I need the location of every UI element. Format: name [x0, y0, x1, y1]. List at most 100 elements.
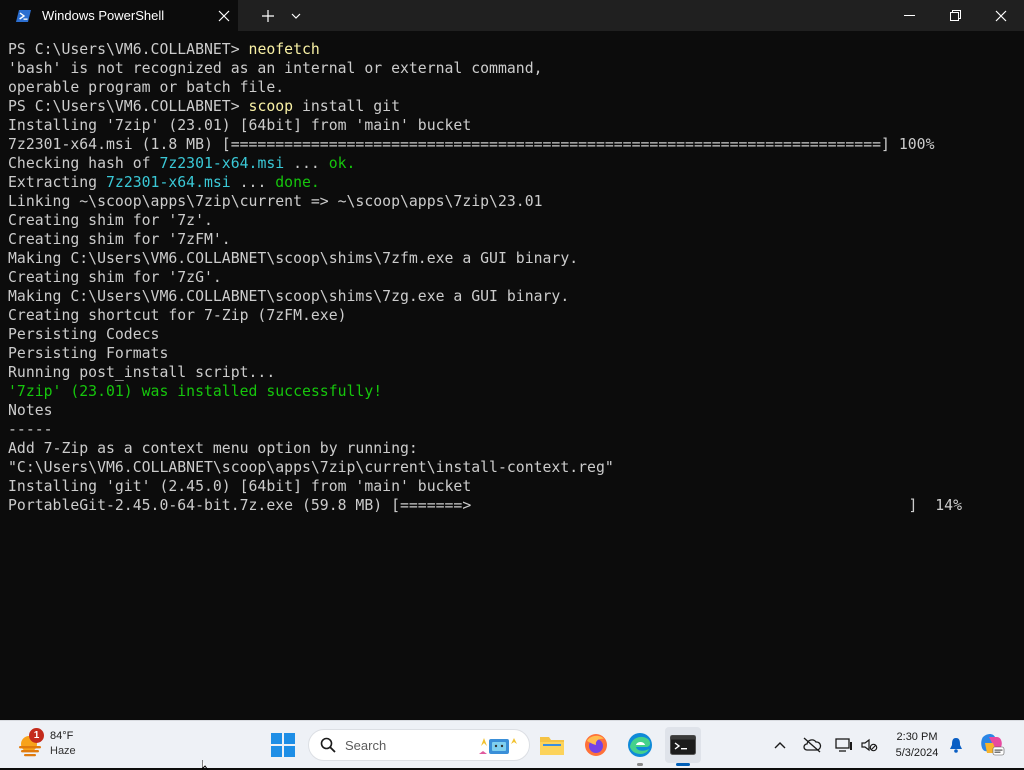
search-placeholder: Search	[345, 738, 387, 753]
terminal-text: Creating shim for '7zFM'.	[8, 231, 231, 248]
chevron-up-icon	[774, 742, 786, 749]
terminal-text: Running post_install script...	[8, 364, 276, 381]
terminal-text: '7zip' (23.01) was installed successfull…	[8, 383, 383, 400]
clock-date: 5/3/2024	[895, 747, 939, 759]
terminal-text: PS C:\Users\VM6.COLLABNET>	[8, 41, 249, 58]
chevron-down-icon	[291, 13, 301, 19]
cloud-offline-icon	[803, 737, 822, 753]
terminal-line: '7zip' (23.01) was installed successfull…	[8, 382, 1024, 401]
show-hidden-icons-button[interactable]	[770, 733, 790, 757]
taskbar: 1 84°F Haze Search 2:30 PM 5/3/2024	[0, 720, 1024, 768]
mouse-cursor-icon	[202, 760, 209, 770]
copilot-button[interactable]	[978, 733, 1006, 757]
tab-powershell[interactable]: Windows PowerShell	[0, 0, 238, 31]
edge-button[interactable]	[622, 727, 658, 766]
terminal-line: Extracting 7z2301-x64.msi ... done.	[8, 173, 1024, 192]
search-highlight-icon	[477, 734, 521, 763]
terminal-line: 'bash' is not recognized as an internal …	[8, 59, 1024, 78]
terminal-line: -----	[8, 420, 1024, 439]
terminal-line: Making C:\Users\VM6.COLLABNET\scoop\shim…	[8, 249, 1024, 268]
terminal-text: "C:\Users\VM6.COLLABNET\scoop\apps\7zip\…	[8, 459, 614, 476]
title-bar-drag-area[interactable]	[306, 0, 886, 31]
terminal-line: Installing '7zip' (23.01) [64bit] from '…	[8, 116, 1024, 135]
taskbar-search-box[interactable]: Search	[308, 729, 530, 761]
powershell-icon	[16, 8, 32, 24]
terminal-icon	[670, 735, 696, 755]
close-icon	[995, 10, 1007, 21]
firefox-icon	[585, 734, 607, 756]
onedrive-button[interactable]	[800, 733, 824, 757]
terminal-line: PS C:\Users\VM6.COLLABNET> scoop install…	[8, 97, 1024, 116]
terminal-line: Creating shim for '7zFM'.	[8, 230, 1024, 249]
terminal-line: Add 7-Zip as a context menu option by ru…	[8, 439, 1024, 458]
file-explorer-button[interactable]	[534, 727, 570, 763]
clock-time: 2:30 PM	[896, 731, 938, 743]
terminal-text: ...	[284, 155, 329, 172]
tab-title: Windows PowerShell	[42, 8, 165, 23]
terminal-taskbar-button[interactable]	[665, 727, 701, 766]
weather-condition: Haze	[50, 745, 76, 757]
minimize-icon	[903, 14, 915, 16]
close-window-button[interactable]	[978, 0, 1024, 31]
terminal-line: PortableGit-2.45.0-64-bit.7z.exe (59.8 M…	[8, 496, 1024, 515]
plus-icon	[262, 9, 274, 22]
terminal-line: operable program or batch file.	[8, 78, 1024, 97]
title-bar: Windows PowerShell	[0, 0, 1024, 31]
minimize-button[interactable]	[886, 0, 932, 31]
terminal-text: Extracting	[8, 174, 106, 191]
terminal-text: install git	[293, 98, 400, 115]
terminal-line: 7z2301-x64.msi (1.8 MB) [===============…	[8, 135, 1024, 154]
terminal-text: ] 14%	[908, 497, 962, 514]
terminal-text: 'bash' is not recognized as an internal …	[8, 60, 543, 77]
edge-icon	[628, 733, 652, 757]
terminal-line: PS C:\Users\VM6.COLLABNET> neofetch	[8, 40, 1024, 59]
terminal-text: Making C:\Users\VM6.COLLABNET\scoop\shim…	[8, 288, 570, 305]
terminal-text: Creating shim for '7zG'.	[8, 269, 222, 286]
terminal-line: Persisting Codecs	[8, 325, 1024, 344]
new-tab-button[interactable]	[250, 0, 286, 31]
terminal-text: Persisting Codecs	[8, 326, 160, 343]
search-icon	[320, 737, 336, 758]
folder-icon	[540, 737, 564, 755]
terminal-line: Persisting Formats	[8, 344, 1024, 363]
terminal-text: Making C:\Users\VM6.COLLABNET\scoop\shim…	[8, 250, 579, 267]
terminal-text: ok.	[328, 155, 356, 172]
tab-dropdown-button[interactable]	[286, 0, 306, 31]
terminal-line: Installing 'git' (2.45.0) [64bit] from '…	[8, 477, 1024, 496]
terminal-line: Linking ~\scoop\apps\7zip\current => ~\s…	[8, 192, 1024, 211]
network-button[interactable]	[834, 733, 854, 757]
terminal-text: 7z2301-x64.msi	[106, 174, 231, 191]
close-tab-icon[interactable]	[210, 2, 238, 30]
restore-icon	[949, 10, 961, 21]
terminal-text: 7z2301-x64.msi (1.8 MB) [===============…	[8, 136, 890, 153]
bell-icon	[950, 738, 962, 753]
terminal-text: Notes	[8, 402, 53, 419]
terminal-line: Running post_install script...	[8, 363, 1024, 382]
terminal-text: Installing 'git' (2.45.0) [64bit] from '…	[8, 478, 472, 495]
terminal-text: operable program or batch file.	[8, 79, 285, 96]
terminal-line: Making C:\Users\VM6.COLLABNET\scoop\shim…	[8, 287, 1024, 306]
firefox-button[interactable]	[578, 727, 614, 763]
terminal-text: -----	[8, 421, 53, 438]
weather-temperature: 84°F	[50, 730, 74, 742]
terminal-text: 7z2301-x64.msi	[159, 155, 285, 172]
restore-button[interactable]	[932, 0, 978, 31]
terminal-text: Linking ~\scoop\apps\7zip\current => ~\s…	[8, 193, 543, 210]
terminal-text: Creating shortcut for 7-Zip (7zFM.exe)	[8, 307, 347, 324]
terminal-text: PS C:\Users\VM6.COLLABNET>	[8, 98, 249, 115]
terminal-text: 100%	[889, 136, 935, 153]
terminal-line: Checking hash of 7z2301-x64.msi ... ok.	[8, 154, 1024, 173]
start-button[interactable]	[265, 727, 301, 763]
terminal-line: Notes	[8, 401, 1024, 420]
terminal-text: PortableGit-2.45.0-64-bit.7z.exe (59.8 M…	[8, 497, 472, 514]
weather-widget[interactable]: 1 84°F Haze	[16, 727, 96, 763]
terminal-text: Add 7-Zip as a context menu option by ru…	[8, 440, 418, 457]
terminal-text: done.	[275, 174, 320, 191]
volume-button[interactable]	[858, 733, 880, 757]
terminal-text: Installing '7zip' (23.01) [64bit] from '…	[8, 117, 472, 134]
terminal-output[interactable]: PS C:\Users\VM6.COLLABNET> neofetch'bash…	[0, 40, 1024, 718]
terminal-text: scoop	[248, 98, 294, 115]
notifications-button[interactable]	[946, 733, 966, 757]
display-network-icon	[835, 738, 852, 752]
taskbar-clock[interactable]: 2:30 PM 5/3/2024	[884, 729, 950, 761]
